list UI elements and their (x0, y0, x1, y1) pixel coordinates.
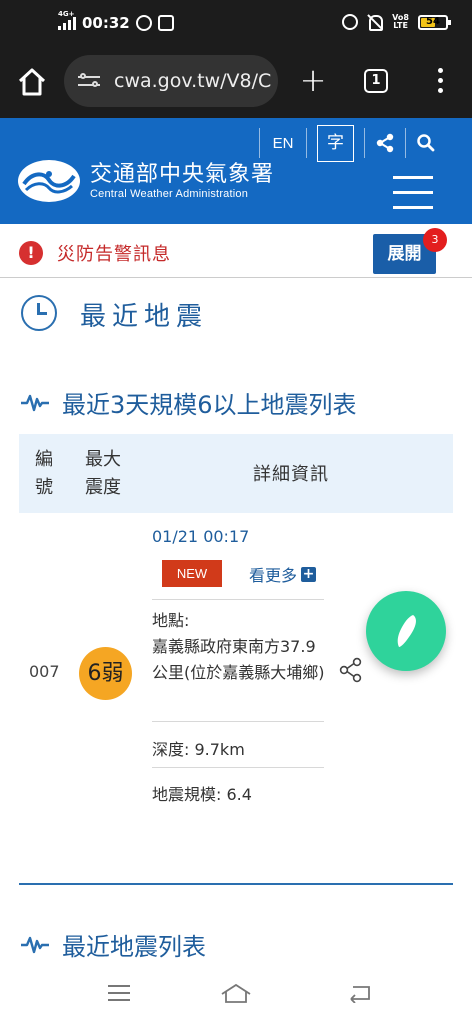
seismic-wave-icon (21, 936, 49, 953)
section-title-text: 最近3天規模6以上地震列表 (62, 391, 357, 419)
quake-number: 007 (29, 662, 60, 681)
new-tab-icon[interactable]: + (298, 64, 328, 96)
logo-title-en: Central Weather Administration (90, 188, 249, 200)
home-icon[interactable] (219, 981, 253, 1005)
alarm-icon (342, 14, 359, 30)
section-title-major-quakes: 最近3天規模6以上地震列表 (20, 385, 357, 420)
share-icon[interactable] (365, 124, 405, 162)
see-more-link[interactable]: 看更多 + (249, 562, 317, 586)
tab-switcher-button[interactable]: 1 (364, 69, 388, 93)
section-title-recent-quakes: 最近地震列表 (20, 927, 206, 962)
back-icon[interactable] (348, 983, 372, 1003)
recents-icon[interactable] (108, 985, 130, 1003)
plus-icon[interactable]: + (301, 566, 317, 582)
browser-home-icon[interactable] (16, 66, 48, 98)
alert-title: 災防告警訊息 (57, 244, 171, 265)
quake-magnitude: 地震規模: 6.4 (152, 785, 252, 804)
status-bar: 4G+ 00:32 Vo8 LTE 54 (0, 0, 472, 50)
quake-time: 01/21 00:17 (152, 527, 250, 546)
site-settings-icon[interactable] (78, 72, 100, 90)
logo-title-zh: 交通部中央氣象署 (90, 162, 275, 187)
english-language-link[interactable]: EN (260, 135, 306, 152)
disaster-alert-bar: ! 災防告警訊息 展開 (0, 224, 472, 278)
volte-icon: Vo8 LTE (392, 13, 409, 30)
alert-count-badge: 3 (423, 228, 447, 252)
quake-location: 地點: 嘉義縣政府東南方37.9公里(位於嘉義縣大埔鄉) (152, 608, 327, 686)
font-size-button[interactable]: 字 (317, 124, 354, 162)
see-more-label[interactable]: 看更多 (249, 562, 297, 586)
taiwan-icon (397, 615, 416, 647)
site-header: EN 字 交通部中央氣象署 Central Weather Administra… (0, 118, 472, 224)
mute-icon (367, 14, 384, 31)
main-menu-icon[interactable] (393, 176, 433, 209)
share-quake-icon[interactable] (338, 657, 364, 683)
page-title: 最近地震 (80, 302, 209, 332)
system-nav-bar (0, 965, 472, 1023)
browser-menu-icon[interactable] (434, 68, 446, 96)
search-icon[interactable] (406, 124, 446, 162)
header-max-intensity: 最大震度 (85, 449, 121, 498)
header-number: 編號 (35, 449, 53, 498)
header-details: 詳細資訊 (253, 464, 329, 485)
url-text[interactable]: cwa.gov.tw/V8/C (114, 70, 271, 92)
quake-depth: 深度: 9.7km (152, 740, 245, 759)
alert-exclamation-icon: ! (19, 241, 43, 265)
battery-icon: 54 (418, 14, 451, 30)
signal-icon: 4G+ (58, 10, 76, 30)
section-title-text: 最近地震列表 (62, 933, 206, 961)
new-badge: NEW (162, 560, 222, 587)
table-header: 編號 最大震度 詳細資訊 (19, 434, 453, 513)
chat-notification-icon (135, 15, 152, 31)
browser-toolbar: cwa.gov.tw/V8/C + 1 (0, 50, 472, 118)
intensity-badge: 6弱 (79, 647, 132, 700)
store-notification-icon (157, 15, 174, 31)
cwa-emblem-icon (18, 160, 80, 202)
clock-icon (21, 295, 57, 331)
address-bar[interactable]: cwa.gov.tw/V8/C (64, 55, 278, 107)
location-text: 地點: 嘉義縣政府東南方37.9公里(位於嘉義縣大埔鄉) (152, 611, 325, 682)
taiwan-map-fab[interactable] (366, 591, 446, 671)
clock-time: 00:32 (82, 14, 130, 32)
cwa-logo[interactable]: 交通部中央氣象署 Central Weather Administration (18, 160, 274, 202)
section-divider (19, 883, 453, 885)
seismic-wave-icon (21, 394, 49, 411)
